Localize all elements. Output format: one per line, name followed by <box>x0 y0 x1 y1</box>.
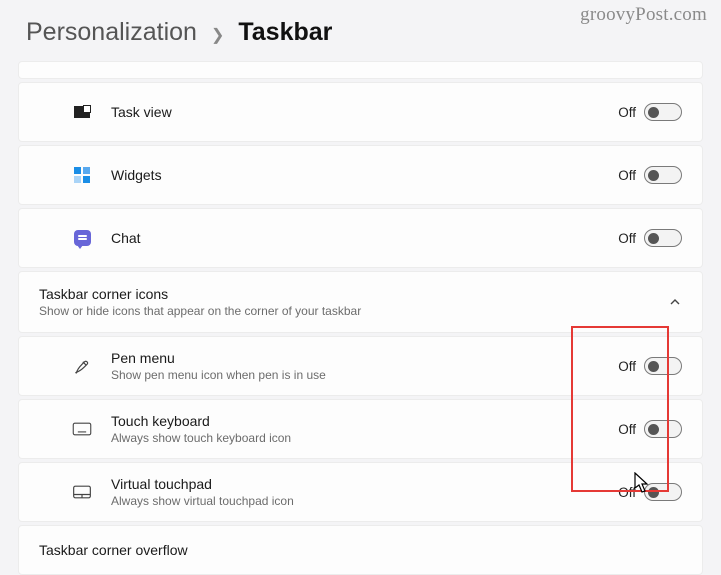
setting-label: Virtual touchpad <box>111 476 618 492</box>
breadcrumb-parent[interactable]: Personalization <box>26 18 197 47</box>
setting-label: Task view <box>111 104 618 120</box>
setting-label: Chat <box>111 230 618 246</box>
breadcrumb-current: Taskbar <box>238 18 332 47</box>
chevron-right-icon: ❯ <box>211 21 224 45</box>
setting-row-pen-menu[interactable]: Pen menu Show pen menu icon when pen is … <box>18 336 703 396</box>
previous-section-stub <box>18 61 703 79</box>
toggle-state-label: Off <box>618 168 636 183</box>
pen-menu-toggle[interactable] <box>644 357 682 375</box>
watermark-text: groovyPost.com <box>580 4 707 26</box>
touchpad-icon <box>71 481 93 503</box>
section-title: Taskbar corner overflow <box>39 542 682 558</box>
setting-sublabel: Show pen menu icon when pen is in use <box>111 368 618 382</box>
task-view-icon <box>71 101 93 123</box>
toggle-state-label: Off <box>618 231 636 246</box>
section-subtitle: Show or hide icons that appear on the co… <box>39 304 668 318</box>
toggle-state-label: Off <box>618 359 636 374</box>
section-taskbar-corner-icons[interactable]: Taskbar corner icons Show or hide icons … <box>18 271 703 333</box>
setting-label: Touch keyboard <box>111 413 618 429</box>
touch-keyboard-toggle[interactable] <box>644 420 682 438</box>
section-taskbar-corner-overflow[interactable]: Taskbar corner overflow <box>18 525 703 575</box>
chevron-up-icon[interactable] <box>668 295 682 309</box>
setting-row-widgets[interactable]: Widgets Off <box>18 145 703 205</box>
setting-label: Pen menu <box>111 350 618 366</box>
chat-toggle[interactable] <box>644 229 682 247</box>
setting-row-task-view[interactable]: Task view Off <box>18 82 703 142</box>
task-view-toggle[interactable] <box>644 103 682 121</box>
chat-icon <box>71 227 93 249</box>
widgets-icon <box>71 164 93 186</box>
setting-row-chat[interactable]: Chat Off <box>18 208 703 268</box>
setting-label: Widgets <box>111 167 618 183</box>
widgets-toggle[interactable] <box>644 166 682 184</box>
toggle-state-label: Off <box>618 105 636 120</box>
pen-icon <box>71 355 93 377</box>
keyboard-icon <box>71 418 93 440</box>
setting-row-virtual-touchpad[interactable]: Virtual touchpad Always show virtual tou… <box>18 462 703 522</box>
setting-sublabel: Always show virtual touchpad icon <box>111 494 618 508</box>
setting-sublabel: Always show touch keyboard icon <box>111 431 618 445</box>
setting-row-touch-keyboard[interactable]: Touch keyboard Always show touch keyboar… <box>18 399 703 459</box>
section-title: Taskbar corner icons <box>39 286 668 302</box>
cursor-icon <box>634 472 652 499</box>
toggle-state-label: Off <box>618 422 636 437</box>
